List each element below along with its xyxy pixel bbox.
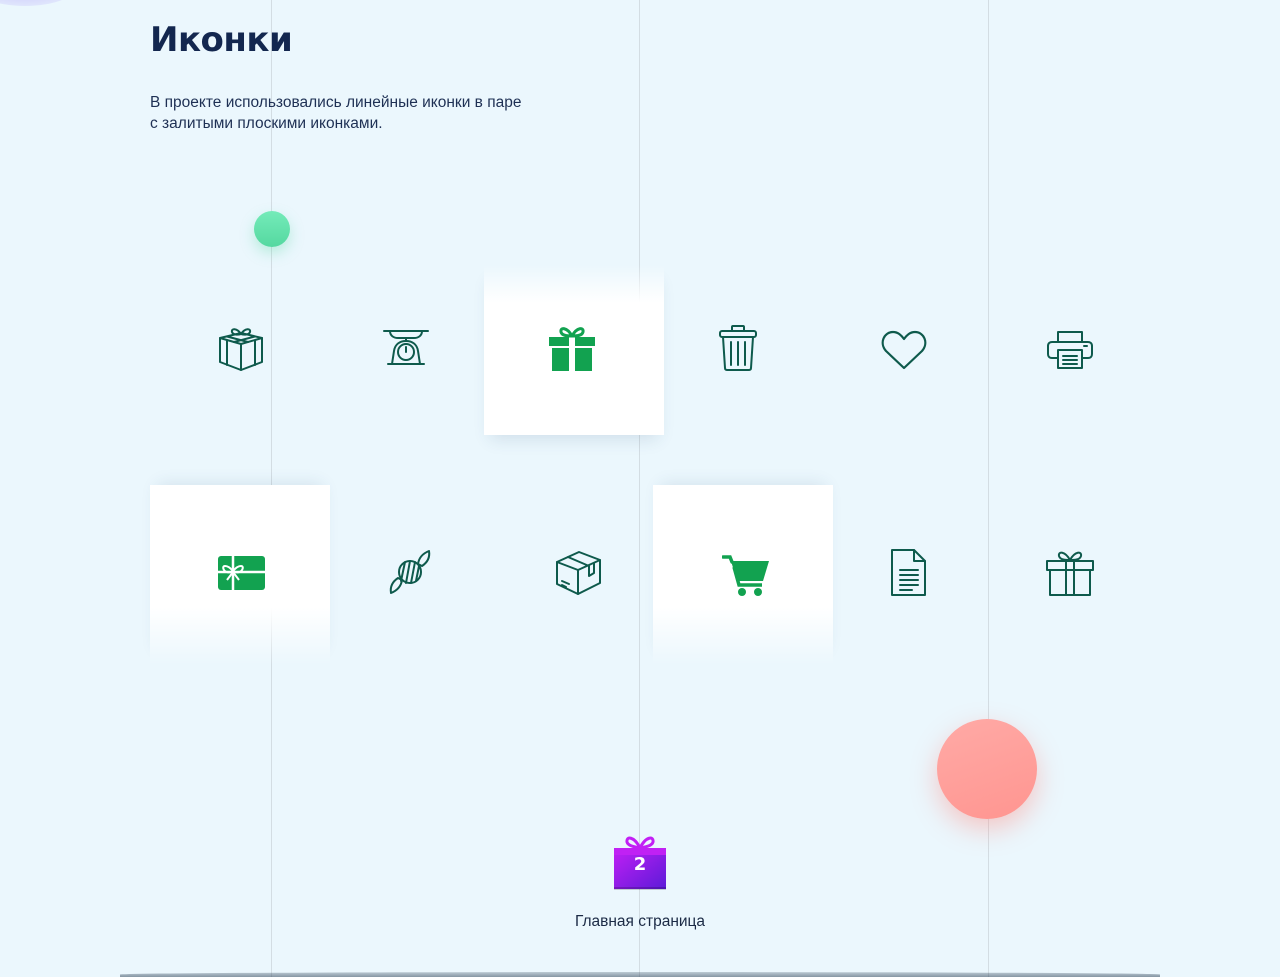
- gift-icon[interactable]: [548, 324, 596, 372]
- decor-pink-dot: [937, 719, 1037, 819]
- gift-card-icon[interactable]: [217, 548, 265, 596]
- trash-can-icon[interactable]: [714, 324, 762, 372]
- decor-blob: [0, 0, 80, 6]
- heart-icon[interactable]: [880, 324, 928, 372]
- gift-badge-number: 2: [633, 854, 647, 875]
- main-page-link[interactable]: Главная страница: [540, 913, 740, 931]
- gift-icon[interactable]: [1046, 548, 1094, 596]
- candy-icon[interactable]: [386, 548, 434, 596]
- kitchen-scale-icon[interactable]: [382, 324, 430, 372]
- decor-green-dot: [254, 211, 290, 247]
- gift-box-icon[interactable]: [217, 324, 265, 372]
- page-title: Иконки: [150, 20, 293, 60]
- page-description: В проекте использовались линейные иконки…: [150, 94, 522, 132]
- package-box-icon[interactable]: [554, 548, 602, 596]
- grid-line: [988, 0, 989, 977]
- shopping-cart-icon[interactable]: [722, 552, 770, 600]
- printer-icon[interactable]: [1046, 324, 1094, 372]
- gift-badge[interactable]: 2: [610, 830, 670, 892]
- document-icon[interactable]: [884, 548, 932, 596]
- next-section-edge: [120, 972, 1160, 977]
